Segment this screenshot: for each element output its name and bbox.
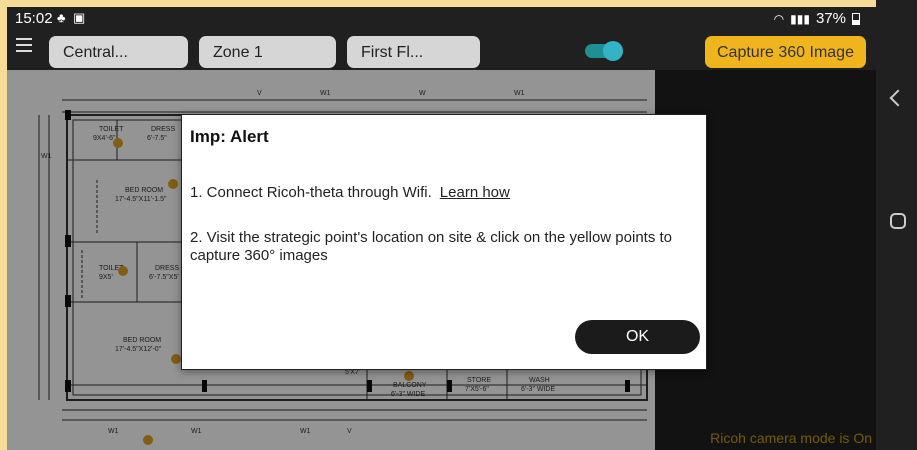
alert-dialog: Imp: Alert 1. Connect Ricoh-theta throug… [181,114,707,370]
system-nav-bar [876,0,917,450]
learn-how-link[interactable]: Learn how [440,184,510,201]
device-frame: 15:02 ♣ ▣ ◠ ▮▮▮ 37% Central... Zone 1 Fi… [0,0,917,450]
camera-mode-toggle[interactable] [585,41,623,61]
signal-icon: ▮▮▮ [790,11,810,26]
image-notification-icon: ▣ [73,10,86,25]
floor-dropdown[interactable]: First Fl... [347,36,480,68]
status-bar: 15:02 ♣ ▣ ◠ ▮▮▮ 37% [7,7,876,30]
capture-360-button[interactable]: Capture 360 Image [705,36,866,68]
dialog-step1: 1. Connect Ricoh-theta through Wifi. Lear… [190,184,510,201]
notification-icon: ♣ [57,10,66,25]
app-screen: 15:02 ♣ ▣ ◠ ▮▮▮ 37% Central... Zone 1 Fi… [7,7,876,450]
home-icon[interactable] [890,213,906,229]
dialog-step1-text: 1. Connect Ricoh-theta through Wifi. [190,184,432,201]
menu-icon[interactable] [16,38,32,52]
battery-percent: 37% [815,10,846,27]
wifi-icon: ◠ [773,11,785,26]
toolbar: Central... Zone 1 First Fl... Capture 36… [7,30,876,70]
battery-icon [852,12,860,25]
central-dropdown[interactable]: Central... [49,36,188,68]
ok-button[interactable]: OK [575,320,700,354]
zone-dropdown[interactable]: Zone 1 [199,36,336,68]
dialog-title: Imp: Alert [190,127,269,146]
toggle-knob [603,41,623,61]
status-time: 15:02 [15,10,53,27]
status-right: ◠ ▮▮▮ 37% [774,10,860,27]
dialog-step2: 2. Visit the strategic point's location … [190,229,673,264]
back-icon[interactable] [889,89,907,107]
